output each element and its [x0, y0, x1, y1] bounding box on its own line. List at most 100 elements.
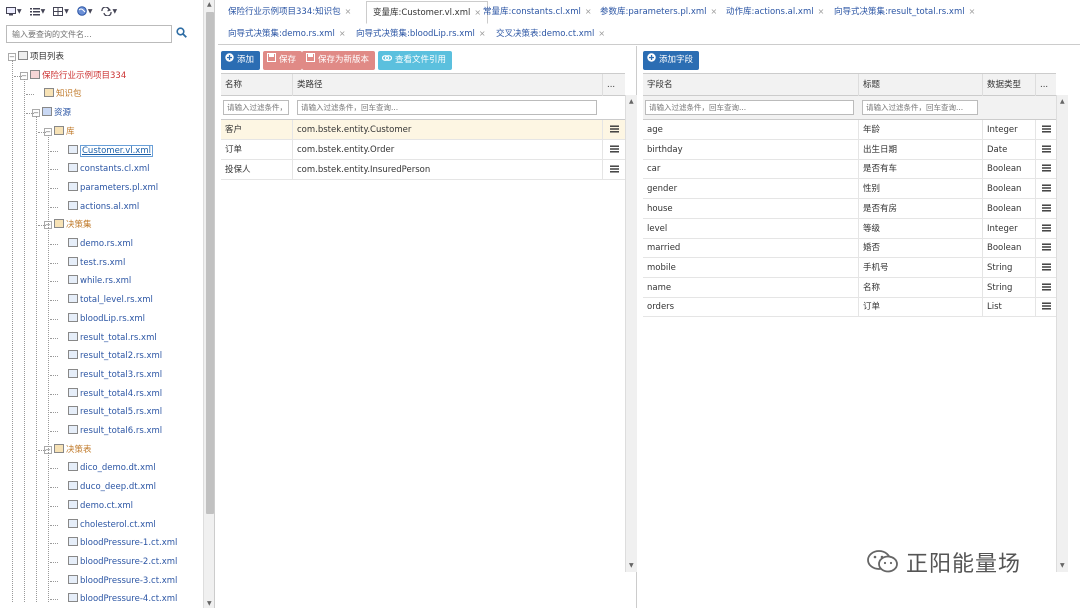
table-row[interactable]: name 名称 String	[643, 277, 1056, 298]
editor-tab[interactable]: 保险行业示例项目334:知识包 ×	[228, 1, 351, 23]
cell-title[interactable]: 是否有房	[859, 198, 983, 219]
cell-title[interactable]: 性别	[859, 179, 983, 200]
cell-name[interactable]: 客户	[221, 120, 293, 140]
grid-icon[interactable]: ▼	[53, 6, 69, 16]
table-row[interactable]: 客户 com.bstek.entity.Customer	[221, 120, 625, 140]
tree-node[interactable]: result_total.rs.xml	[56, 329, 157, 347]
tree-node[interactable]: − 资源	[32, 104, 71, 122]
list-icon[interactable]: ▼	[29, 7, 45, 16]
cell-data-type[interactable]: String	[983, 277, 1036, 298]
cell-field-name[interactable]: level	[643, 218, 859, 239]
row-menu-icon[interactable]	[1036, 199, 1056, 219]
tree-node[interactable]: total_level.rs.xml	[56, 291, 153, 309]
row-menu-icon[interactable]	[1036, 238, 1056, 258]
editor-tab[interactable]: 交叉决策表:demo.ct.xml ×	[496, 23, 605, 45]
cell-data-type[interactable]: Boolean	[983, 238, 1036, 259]
view-file-references-button[interactable]: 查看文件引用	[378, 51, 453, 70]
column-header-more[interactable]: ...	[1036, 74, 1056, 96]
table-row[interactable]: birthday 出生日期 Date	[643, 139, 1056, 160]
cell-data-type[interactable]: Boolean	[983, 159, 1036, 180]
cell-title[interactable]: 出生日期	[859, 139, 983, 160]
row-menu-icon[interactable]	[1036, 140, 1056, 160]
close-tab-icon[interactable]: ×	[598, 29, 605, 38]
cell-field-name[interactable]: car	[643, 159, 859, 180]
tree-node[interactable]: bloodPressure-4.ct.xml	[56, 590, 177, 608]
tree-node[interactable]: − 决策集	[44, 216, 92, 234]
row-menu-icon[interactable]	[1036, 179, 1056, 199]
tree-node[interactable]: bloodPressure-2.ct.xml	[56, 553, 177, 571]
close-tab-icon[interactable]: ×	[711, 7, 718, 16]
tree-node[interactable]: demo.rs.xml	[56, 235, 133, 253]
globe-icon[interactable]: ▼	[77, 6, 93, 16]
row-menu-icon[interactable]	[1036, 278, 1056, 298]
cell-field-name[interactable]: gender	[643, 179, 859, 200]
explorer-scrollbar[interactable]: ▲ ▼	[203, 0, 214, 608]
close-tab-icon[interactable]: ×	[339, 29, 346, 38]
row-menu-icon[interactable]	[1036, 120, 1056, 140]
close-tab-icon[interactable]: ×	[818, 7, 825, 16]
editor-tab[interactable]: 动作库:actions.al.xml ×	[726, 1, 824, 23]
tree-node[interactable]: while.rs.xml	[56, 272, 131, 290]
table-row[interactable]: level 等级 Integer	[643, 218, 1056, 239]
close-tab-icon[interactable]: ×	[474, 8, 481, 17]
editor-tab[interactable]: 向导式决策集:bloodLip.rs.xml ×	[356, 23, 486, 45]
field-name-filter-input[interactable]	[645, 100, 854, 115]
tree-node[interactable]: test.rs.xml	[56, 254, 125, 272]
cell-field-name[interactable]: mobile	[643, 257, 859, 278]
close-tab-icon[interactable]: ×	[585, 7, 592, 16]
column-header-title[interactable]: 标题	[859, 74, 983, 96]
tree-node[interactable]: − 决策表	[44, 441, 92, 459]
cell-data-type[interactable]: Boolean	[983, 198, 1036, 219]
scroll-up-icon[interactable]: ▲	[207, 1, 212, 8]
table-row[interactable]: 订单 com.bstek.entity.Order	[221, 140, 625, 160]
cell-class-path[interactable]: com.bstek.entity.Customer	[293, 120, 603, 140]
cell-data-type[interactable]: Integer	[983, 218, 1036, 239]
close-tab-icon[interactable]: ×	[345, 7, 352, 16]
column-header-class-path[interactable]: 类路径	[293, 74, 603, 96]
editor-tab[interactable]: 变量库:Customer.vl.xml ×	[366, 1, 489, 24]
cell-title[interactable]: 年龄	[859, 120, 983, 140]
save-new-version-button[interactable]: 保存为新版本	[302, 51, 376, 70]
tree-node[interactable]: cholesterol.ct.xml	[56, 516, 156, 534]
tree-node[interactable]: − 项目列表	[8, 48, 64, 66]
cell-title[interactable]: 等级	[859, 218, 983, 239]
row-menu-icon[interactable]	[603, 120, 625, 140]
cell-field-name[interactable]: house	[643, 198, 859, 219]
title-filter-input[interactable]	[862, 100, 978, 115]
row-menu-icon[interactable]	[603, 160, 625, 180]
tree-node[interactable]: dico_demo.dt.xml	[56, 459, 156, 477]
category-grid-scrollbar[interactable]: ▲ ▼	[625, 95, 637, 572]
cell-field-name[interactable]: name	[643, 277, 859, 298]
cell-field-name[interactable]: married	[643, 238, 859, 259]
class-path-filter-input[interactable]	[297, 100, 597, 115]
scroll-down-icon[interactable]: ▼	[207, 600, 212, 607]
column-header-field-name[interactable]: 字段名	[643, 74, 859, 96]
tree-node[interactable]: result_total2.rs.xml	[56, 347, 162, 365]
column-header-data-type[interactable]: 数据类型	[983, 74, 1036, 96]
cell-data-type[interactable]: String	[983, 257, 1036, 278]
file-search-input[interactable]	[6, 25, 172, 43]
refresh-icon[interactable]: ▼	[100, 6, 117, 16]
add-field-button[interactable]: 添加字段	[643, 51, 700, 70]
editor-tab[interactable]: 向导式决策集:demo.rs.xml ×	[228, 23, 346, 45]
tree-node[interactable]: duco_deep.dt.xml	[56, 478, 156, 496]
cell-title[interactable]: 手机号	[859, 257, 983, 278]
tree-node[interactable]: constants.cl.xml	[56, 160, 150, 178]
cell-field-name[interactable]: orders	[643, 297, 859, 318]
table-row[interactable]: orders 订单 List	[643, 297, 1056, 318]
tree-node[interactable]: Customer.vl.xml	[56, 142, 153, 160]
cell-data-type[interactable]: List	[983, 297, 1036, 318]
cell-title[interactable]: 名称	[859, 277, 983, 298]
tree-node[interactable]: bloodPressure-1.ct.xml	[56, 534, 177, 552]
name-filter-input[interactable]	[223, 100, 289, 115]
search-icon[interactable]	[176, 27, 188, 39]
tree-node[interactable]: demo.ct.xml	[56, 497, 133, 515]
scroll-up-icon[interactable]: ▲	[629, 98, 634, 105]
tree-node[interactable]: bloodLip.rs.xml	[56, 310, 145, 328]
cell-field-name[interactable]: age	[643, 120, 859, 140]
tree-node[interactable]: result_total4.rs.xml	[56, 385, 162, 403]
row-menu-icon[interactable]	[1036, 258, 1056, 278]
tree-node[interactable]: 知识包	[32, 85, 82, 103]
editor-tab[interactable]: 常量库:constants.cl.xml ×	[483, 1, 592, 23]
table-row[interactable]: 投保人 com.bstek.entity.InsuredPerson	[221, 160, 625, 180]
